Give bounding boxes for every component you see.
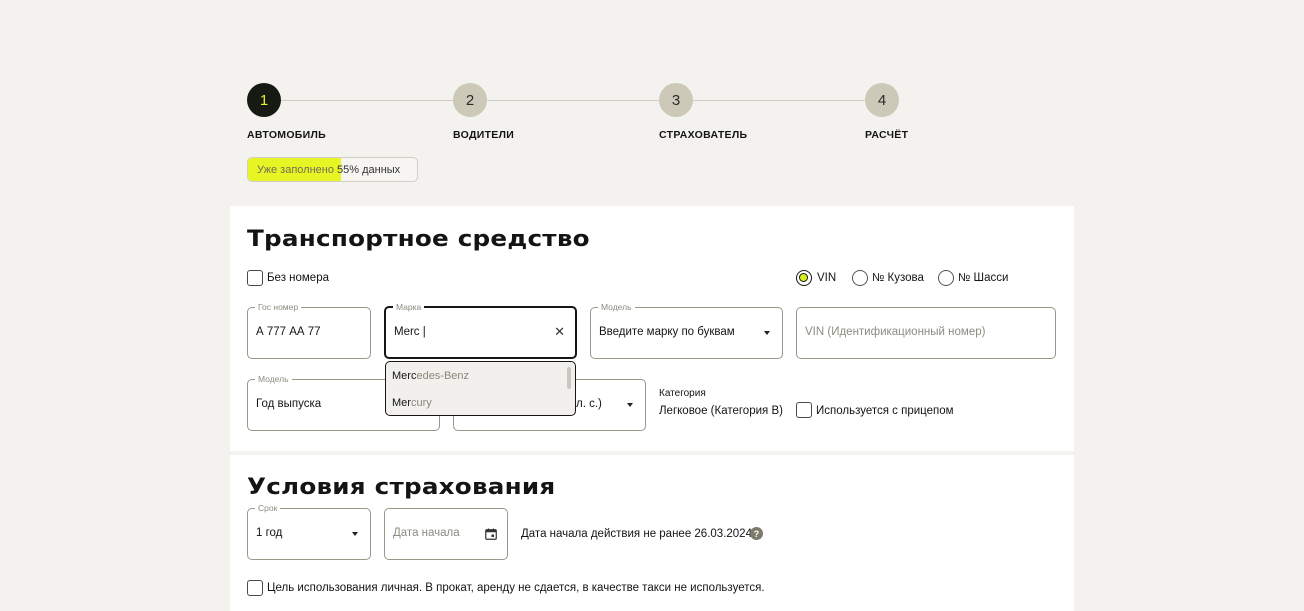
chevron-down-icon — [352, 532, 358, 536]
section-title: Условия страхования — [247, 475, 556, 500]
step-strakhovatel[interactable]: 3 СТРАХОВАТЕЛЬ — [659, 83, 747, 141]
purpose-label: Цель использования личная. В прокат, аре… — [267, 582, 765, 594]
chevron-down-icon — [627, 403, 633, 407]
step-label: СТРАХОВАТЕЛЬ — [659, 129, 748, 141]
start-date-note: Дата начала действия не ранее 26.03.2024 — [521, 528, 752, 540]
page-frame: 1 АВТОМОБИЛЬ 2 ВОДИТЕЛИ 3 СТРАХОВАТЕЛЬ 4… — [0, 0, 1304, 611]
step-number: 1 — [247, 83, 281, 117]
no-plate-checkbox[interactable] — [247, 270, 263, 286]
step-label: АВТОМОБИЛЬ — [247, 129, 327, 141]
vin-placeholder: VIN (Идентификационный номер) — [805, 326, 986, 338]
no-plate-label: Без номера — [267, 272, 329, 284]
suggestion-match: Merc — [392, 370, 417, 382]
field-legend: Срок — [255, 503, 281, 513]
category-label: Категория — [659, 388, 706, 399]
progress-value: 55% данных — [337, 164, 401, 176]
scrollbar[interactable] — [567, 367, 571, 389]
start-date-field[interactable]: Дата начала — [384, 508, 508, 560]
field-legend: Гос номер — [255, 302, 302, 312]
suggestion-match: Mer — [392, 397, 411, 409]
radio-vin-label: VIN — [817, 272, 837, 284]
start-date-placeholder: Дата начала — [393, 527, 460, 539]
model-value: Введите марку по буквам — [599, 326, 735, 338]
stepper: 1 АВТОМОБИЛЬ 2 ВОДИТЕЛИ 3 СТРАХОВАТЕЛЬ 4… — [247, 83, 927, 143]
suggestion-item[interactable]: Mercury — [392, 397, 432, 409]
fill-progress: Уже заполнено 55% данных — [247, 157, 418, 182]
year-value: Год выпуска — [256, 398, 322, 410]
step-number: 4 — [865, 83, 899, 117]
radio-chassis-number-label: № Шасси — [958, 272, 1009, 284]
brand-field[interactable]: Марка Merc | ✕ — [384, 302, 577, 359]
trailer-label: Используется с прицепом — [816, 405, 954, 417]
step-label: ВОДИТЕЛИ — [453, 129, 515, 141]
brand-input-value: Merc | — [394, 326, 426, 338]
calendar-icon[interactable] — [485, 528, 497, 540]
step-raschet[interactable]: 4 РАСЧЁТ — [865, 83, 908, 141]
step-connector — [487, 100, 659, 101]
step-connector — [693, 100, 865, 101]
progress-prefix: Уже заполнено — [257, 164, 338, 176]
plate-field[interactable]: Гос номер А 777 АА 77 — [247, 302, 371, 359]
radio-chassis-number[interactable] — [938, 270, 954, 286]
model-select[interactable]: Модель Введите марку по буквам — [590, 302, 783, 359]
plate-value: А 777 АА 77 — [256, 326, 321, 338]
suggestion-item[interactable]: Mercedes-Benz — [392, 370, 469, 382]
help-icon[interactable]: ? — [750, 527, 763, 540]
brand-suggestions-dropdown: Mercedes-Benz Mercury — [385, 361, 576, 416]
suggestion-rest: edes-Benz — [416, 370, 470, 382]
step-number: 3 — [659, 83, 693, 117]
radio-vin[interactable] — [796, 270, 812, 286]
progress-text: Уже заполнено 55% данных — [257, 164, 400, 176]
term-select[interactable]: Срок 1 год — [247, 503, 371, 560]
vin-field[interactable]: VIN (Идентификационный номер) — [796, 307, 1056, 359]
category-value: Легковое (Категория B) — [659, 405, 783, 417]
trailer-checkbox[interactable] — [796, 402, 812, 418]
step-avtomobil[interactable]: 1 АВТОМОБИЛЬ — [247, 83, 326, 141]
step-voditeli[interactable]: 2 ВОДИТЕЛИ — [453, 83, 514, 141]
step-connector — [281, 100, 453, 101]
suggestion-rest: cury — [410, 397, 432, 409]
radio-body-number-label: № Кузова — [872, 272, 924, 284]
step-label: РАСЧЁТ — [865, 129, 909, 141]
clear-icon[interactable]: ✕ — [554, 324, 565, 340]
field-legend: Модель — [598, 302, 635, 312]
field-legend: Модель — [255, 374, 292, 384]
section-title: Транспортное средство — [247, 227, 590, 252]
field-legend: Марка — [393, 302, 425, 312]
power-value: л. с.) — [576, 398, 602, 410]
purpose-checkbox[interactable] — [247, 580, 263, 596]
term-value: 1 год — [256, 527, 283, 539]
step-number: 2 — [453, 83, 487, 117]
radio-body-number[interactable] — [852, 270, 868, 286]
chevron-down-icon — [764, 331, 770, 335]
